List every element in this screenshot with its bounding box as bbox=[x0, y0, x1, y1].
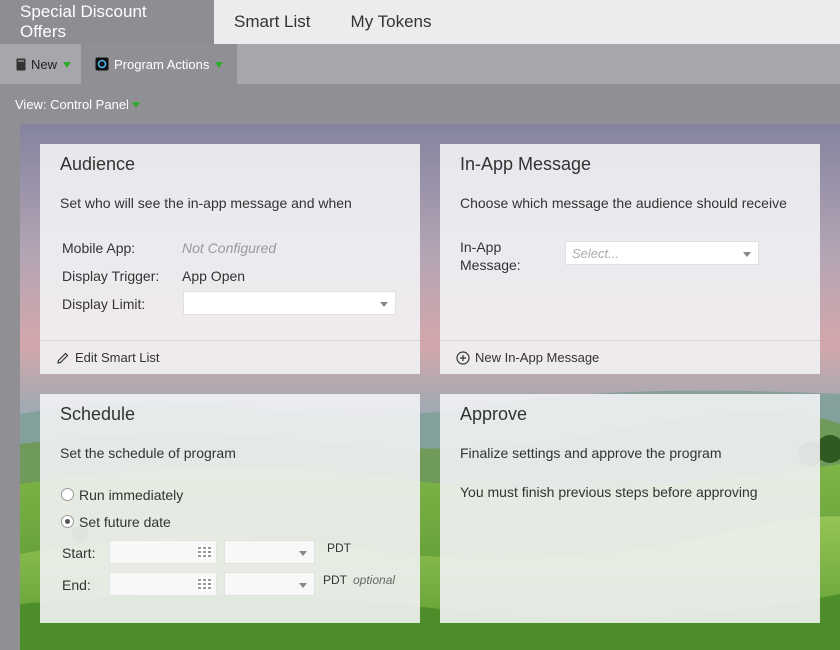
end-timezone-group: PDT optional bbox=[323, 573, 395, 587]
chevron-down-icon bbox=[380, 302, 388, 307]
pencil-icon bbox=[57, 352, 69, 364]
in-app-footer: New In-App Message bbox=[440, 340, 820, 374]
end-timezone: PDT bbox=[323, 573, 347, 587]
in-app-message-select[interactable]: Select... bbox=[565, 241, 759, 265]
top-tab-bar: Special Discount Offers Smart List My To… bbox=[0, 0, 840, 44]
calendar-icon[interactable] bbox=[197, 545, 212, 559]
tab-smart-list[interactable]: Smart List bbox=[214, 0, 331, 44]
in-app-message-label: In-App Message: bbox=[460, 238, 521, 274]
start-date-input[interactable] bbox=[109, 540, 217, 564]
view-selector[interactable]: View: Control Panel bbox=[0, 84, 840, 124]
schedule-title: Schedule bbox=[60, 404, 136, 424]
in-app-description: Choose which message the audience should… bbox=[460, 195, 787, 211]
view-label: View: Control Panel bbox=[15, 96, 129, 112]
add-circle-icon bbox=[456, 350, 470, 365]
set-future-date-radio[interactable] bbox=[61, 515, 74, 528]
tab-special-discount-offers[interactable]: Special Discount Offers bbox=[0, 0, 214, 44]
schedule-panel: Schedule Set the schedule of program Run… bbox=[40, 394, 420, 623]
audience-panel: Audience Set who will see the in-app mes… bbox=[40, 144, 420, 374]
run-immediately-radio[interactable] bbox=[61, 488, 74, 501]
audience-title: Audience bbox=[60, 154, 136, 174]
start-time-select[interactable] bbox=[224, 540, 315, 564]
display-limit-label: Display Limit: bbox=[62, 296, 146, 312]
display-trigger-label: Display Trigger: bbox=[62, 268, 160, 284]
chevron-down-icon bbox=[215, 62, 224, 68]
program-actions-button[interactable]: Program Actions bbox=[81, 44, 238, 84]
new-in-app-message-link[interactable]: New In-App Message bbox=[475, 350, 599, 365]
in-app-message-placeholder: Select... bbox=[572, 246, 619, 261]
end-optional-label: optional bbox=[353, 573, 396, 587]
display-trigger-value: App Open bbox=[182, 268, 246, 284]
new-menu-label: New bbox=[31, 56, 58, 72]
end-time-select[interactable] bbox=[224, 572, 315, 596]
program-actions-icon bbox=[95, 57, 109, 71]
approve-panel: Approve Finalize settings and approve th… bbox=[440, 394, 820, 623]
audience-footer: Edit Smart List bbox=[40, 340, 420, 374]
chevron-down-icon bbox=[743, 252, 751, 257]
schedule-description: Set the schedule of program bbox=[60, 445, 236, 461]
mobile-app-value[interactable]: Not Configured bbox=[182, 240, 276, 256]
mobile-app-label: Mobile App: bbox=[62, 240, 136, 256]
chevron-down-icon bbox=[131, 102, 140, 108]
start-timezone: PDT bbox=[327, 541, 351, 555]
tab-my-tokens[interactable]: My Tokens bbox=[331, 0, 452, 44]
run-immediately-label[interactable]: Run immediately bbox=[79, 487, 183, 503]
end-label: End: bbox=[62, 577, 91, 593]
display-limit-select[interactable] bbox=[183, 291, 396, 315]
chevron-down-icon bbox=[299, 551, 307, 556]
set-future-date-label[interactable]: Set future date bbox=[79, 514, 171, 530]
end-date-input[interactable] bbox=[109, 572, 217, 596]
chevron-down-icon bbox=[63, 62, 72, 68]
chevron-down-icon bbox=[299, 583, 307, 588]
edit-smart-list-link[interactable]: Edit Smart List bbox=[75, 350, 160, 365]
new-menu-button[interactable]: New bbox=[0, 44, 81, 84]
approve-note: You must finish previous steps before ap… bbox=[460, 484, 758, 500]
toolbar: New Program Actions bbox=[0, 44, 840, 84]
calendar-icon[interactable] bbox=[197, 577, 212, 591]
in-app-message-label-line1: In-App bbox=[460, 239, 502, 255]
approve-description: Finalize settings and approve the progra… bbox=[460, 445, 722, 461]
new-item-icon bbox=[16, 58, 26, 70]
program-actions-label: Program Actions bbox=[114, 56, 210, 72]
in-app-title: In-App Message bbox=[460, 154, 592, 174]
start-label: Start: bbox=[62, 545, 96, 561]
in-app-message-label-line2: Message: bbox=[460, 257, 521, 273]
approve-title: Approve bbox=[460, 404, 528, 424]
in-app-message-panel: In-App Message Choose which message the … bbox=[440, 144, 820, 374]
audience-description: Set who will see the in-app message and … bbox=[60, 195, 352, 211]
